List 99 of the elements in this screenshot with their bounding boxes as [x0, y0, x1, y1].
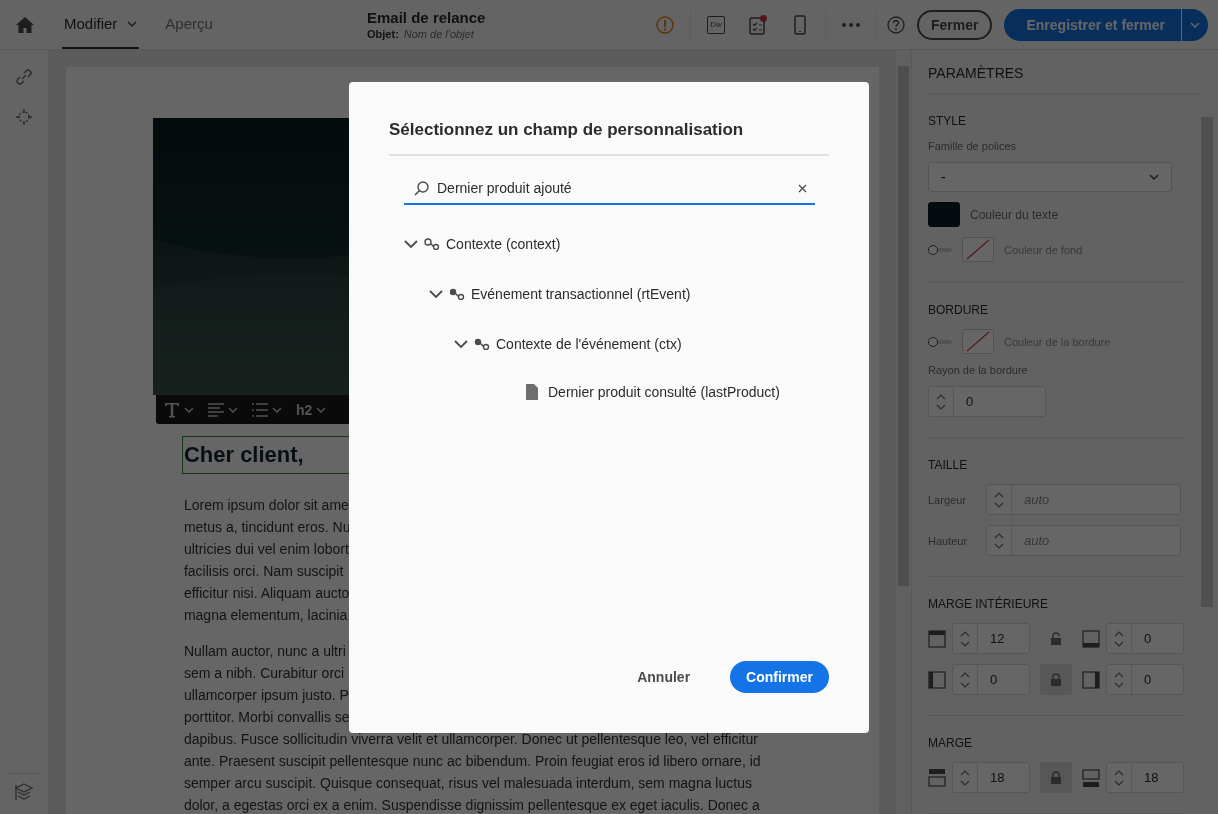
- chevron-icon[interactable]: [454, 339, 468, 349]
- stepper-icon: [1114, 769, 1124, 786]
- close-button[interactable]: Fermer: [917, 9, 993, 40]
- toggle-switch[interactable]: [928, 244, 952, 255]
- number-field[interactable]: 0: [1106, 664, 1184, 695]
- number-field[interactable]: 0: [928, 386, 1046, 417]
- text-line: porttitor. Morbi convallis se: [183, 708, 350, 727]
- heading-level-button[interactable]: h2: [295, 401, 327, 418]
- caret-icon: [271, 406, 282, 413]
- list-icon: [251, 402, 268, 417]
- panel-title: PARAMÈTRES: [928, 50, 1201, 94]
- lock-icon: [1050, 672, 1062, 687]
- layers-icon: [13, 782, 34, 802]
- margin-bottom-icon: [1082, 768, 1100, 787]
- text-line: ante. Praesent suscipit pellentesque nunc ac bibendum. Proin feugiat eros id libero ornare, id: [183, 752, 761, 771]
- help-icon: [887, 15, 905, 34]
- caret-icon: [183, 406, 194, 413]
- no-color-swatch[interactable]: [962, 237, 994, 262]
- email-title: Email de relance: [367, 9, 487, 26]
- padding-bottom-icon: [1082, 629, 1100, 648]
- clear-button[interactable]: [798, 183, 807, 193]
- number-field[interactable]: 12: [952, 623, 1030, 654]
- home-icon: [16, 16, 34, 33]
- text-line: magna elementum, lacinia: [183, 606, 348, 625]
- document-icon: [526, 383, 538, 400]
- search-field[interactable]: Dernier produit ajouté: [404, 173, 815, 205]
- number-field[interactable]: 18: [952, 762, 1030, 793]
- tree-item-label[interactable]: Contexte de l'événement (ctx): [496, 336, 682, 352]
- number-field[interactable]: 0: [1106, 623, 1184, 654]
- text-line: ullamcorper ipsum justo. P: [183, 686, 349, 705]
- lock-icon: [1050, 770, 1062, 785]
- stepper-icon: [960, 630, 970, 647]
- confirm-button[interactable]: Confirmer: [730, 661, 829, 693]
- lock-button[interactable]: [1040, 664, 1072, 695]
- section-title: TAILLE: [928, 458, 969, 472]
- text-line: semper arcu suscipit. Quisque consequat, risus vel malesuada interdum, sem magna luctus: [183, 774, 752, 793]
- link-nodes-icon: [449, 288, 465, 300]
- stepper-icon: [994, 491, 1004, 508]
- section-title: MARGE: [928, 736, 973, 750]
- warning-icon: [656, 15, 674, 34]
- stepper-icon: [1114, 671, 1124, 688]
- padding-left-icon: [928, 670, 946, 689]
- stepper-icon: [960, 769, 970, 786]
- section-title: MARGE INTÉRIEURE: [928, 597, 1049, 611]
- search-icon: [414, 180, 429, 196]
- lock-button[interactable]: [1040, 762, 1072, 793]
- subject-label: Objet:: [367, 28, 399, 40]
- number-field[interactable]: 18: [1106, 762, 1184, 793]
- stepper-icon: [936, 393, 946, 410]
- target-icon: [14, 108, 33, 126]
- toggle-switch[interactable]: [928, 336, 952, 347]
- color-swatch[interactable]: [928, 202, 960, 227]
- number-field[interactable]: 0: [952, 664, 1030, 695]
- dw-button[interactable]: Dw: [707, 15, 725, 34]
- text-line: facilisis orci. Nam suscipit: [183, 562, 344, 581]
- no-color-swatch[interactable]: [962, 329, 994, 354]
- margin-top-icon: [928, 768, 946, 787]
- stepper-icon: [960, 671, 970, 688]
- mobile-icon: [794, 14, 806, 35]
- link-icon: [14, 68, 33, 86]
- tree-item-label[interactable]: Dernier produit consulté (lastProduct): [548, 383, 780, 400]
- tree-item-label[interactable]: Contexte (context): [446, 236, 561, 252]
- more-icon: [842, 22, 860, 27]
- text-line: efficitur nisi. Aliquam aucto: [183, 584, 350, 603]
- save-button[interactable]: Enregistrer et fermer: [1004, 8, 1181, 41]
- chevron-icon[interactable]: [429, 289, 443, 299]
- caret-icon: [1190, 21, 1200, 28]
- padding-right-icon: [1082, 670, 1100, 689]
- align-left-icon: [207, 402, 224, 417]
- align-menu-button[interactable]: [207, 402, 238, 417]
- section-title: BORDURE: [928, 303, 989, 317]
- link-nodes-icon: [474, 338, 490, 350]
- text-line: Nullam auctor, nunc a ultri: [183, 642, 346, 661]
- tree-item-label[interactable]: Evénement transactionnel (rtEvent): [471, 286, 691, 302]
- stepper-icon: [1114, 630, 1124, 647]
- font-family-select[interactable]: -: [928, 162, 1172, 192]
- section-title: STYLE: [928, 114, 967, 128]
- caret-icon: [227, 406, 238, 413]
- text-line: Lorem ipsum dolor sit ame: [183, 496, 349, 515]
- text-line: dolor, a egestas orci ex a enim. Suspendisse dignissim pellentesque ex eget iaculis. Donec a: [183, 796, 760, 814]
- list-menu-button[interactable]: [251, 402, 282, 417]
- text-line: ultricies dui vel enim lobort: [183, 540, 349, 559]
- caret-icon: [316, 406, 327, 413]
- text-line: dapibus. Fusce sollicitudin viverra velit et ullamcorper. Donec ut pellentesque leo, vel efficitur: [183, 730, 758, 749]
- chevron-icon[interactable]: [404, 239, 418, 249]
- close-icon: [798, 183, 807, 193]
- padding-top-icon: [928, 629, 946, 648]
- save-menu-button[interactable]: [1181, 8, 1208, 41]
- checklist-icon: [749, 14, 767, 35]
- link-nodes-icon: [424, 238, 440, 250]
- dialog-title: Sélectionnez un champ de personnalisation: [389, 120, 829, 156]
- unlock-icon: [1050, 631, 1062, 646]
- text-icon: [163, 401, 180, 418]
- caret-icon: [127, 20, 138, 27]
- font-menu-button[interactable]: [163, 401, 194, 418]
- cancel-button[interactable]: Annuler: [623, 661, 705, 693]
- text-line: sem a nibh. Curabitur orci: [183, 664, 345, 683]
- stepper-icon: [994, 532, 1004, 549]
- caret-icon: [1149, 174, 1159, 180]
